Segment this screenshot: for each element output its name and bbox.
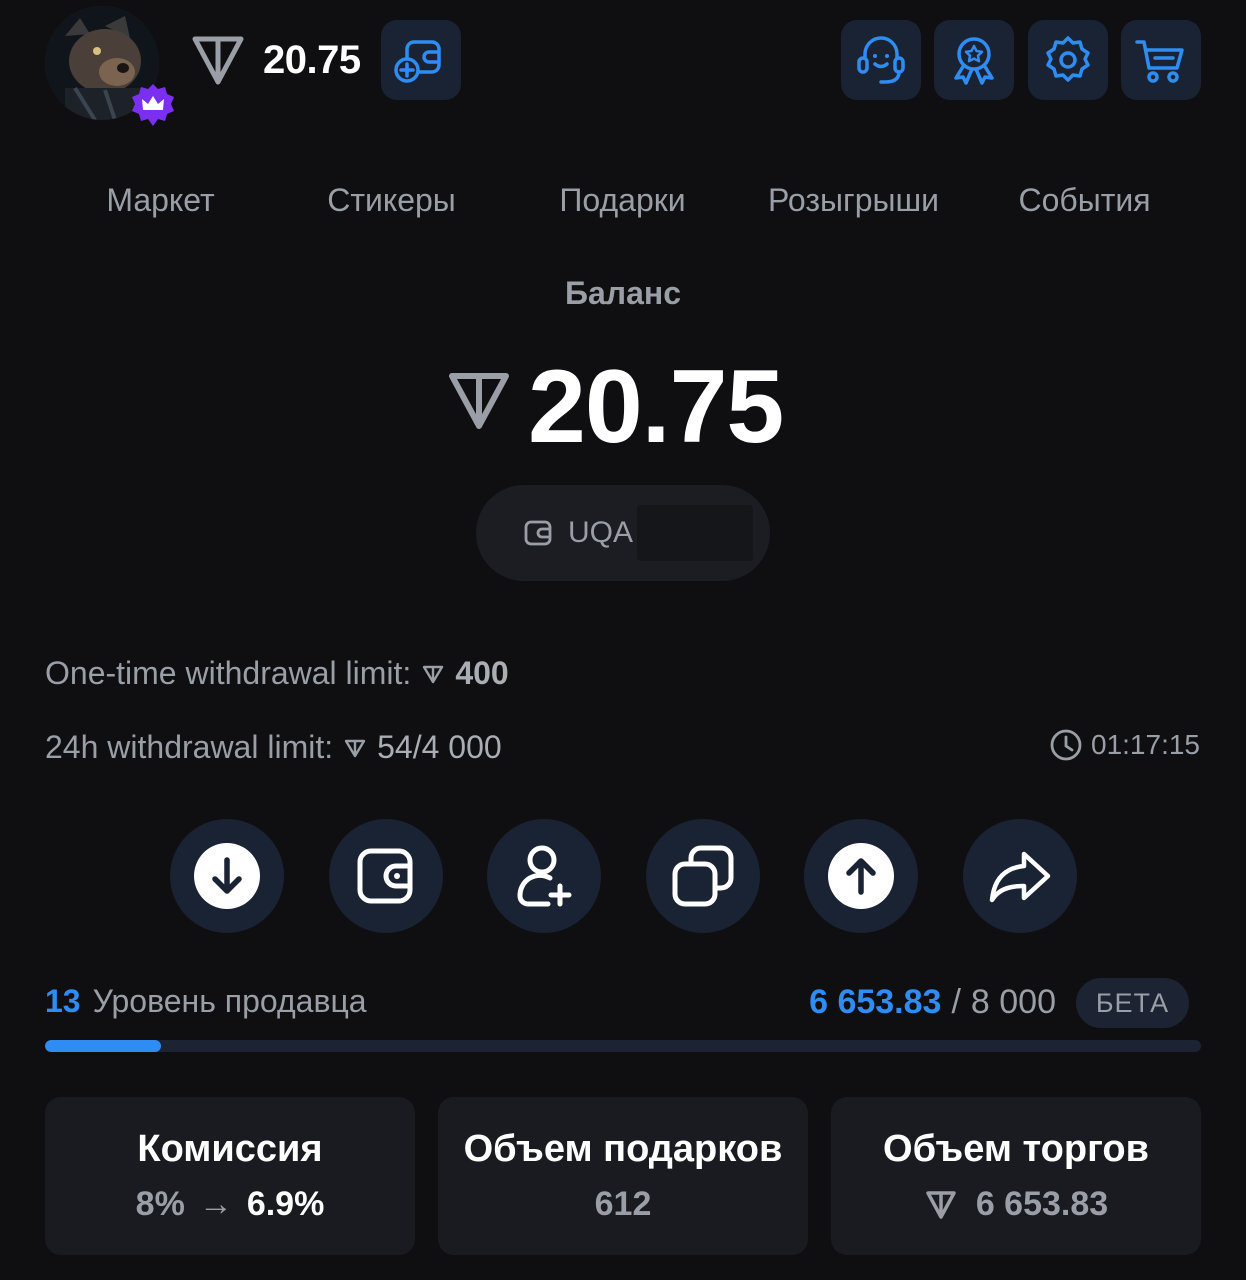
daily-limit-value: 54/4 000 (377, 729, 502, 765)
premium-crown-badge (130, 82, 176, 128)
balance-amount: 20.75 (528, 349, 784, 465)
trade-volume-card: Объем торгов 6 653.83 (831, 1097, 1201, 1255)
gifts-volume-card: Объем подарков 612 (438, 1097, 808, 1255)
support-icon (857, 36, 905, 84)
withdraw-icon (828, 843, 894, 909)
wallet-address-button[interactable]: UQA (476, 485, 770, 581)
commission-old: 8% (135, 1185, 185, 1223)
wallet-icon (357, 848, 413, 904)
seller-progress-fill (45, 1040, 161, 1052)
cart-button[interactable] (1121, 20, 1201, 100)
gifts-volume-value: 612 (594, 1185, 652, 1223)
withdraw-button[interactable] (804, 819, 918, 933)
trade-volume-title: Объем торгов (883, 1128, 1149, 1170)
header-balance: 20.75 (263, 38, 361, 82)
wallet-icon (524, 520, 552, 546)
seller-progress-text: 6 653.83 / 8 000 (809, 983, 1056, 1022)
tab-events[interactable]: События (969, 182, 1200, 219)
balance-label: Баланс (564, 275, 682, 311)
tab-bar: Маркет Стикеры Подарки Розыгрыши События (45, 175, 1200, 225)
clock-icon (1050, 729, 1082, 761)
ton-icon (926, 1190, 956, 1219)
arrow-right-icon: → (198, 1185, 233, 1223)
deposit-button[interactable] (170, 819, 284, 933)
seller-level-number: 13 (45, 983, 81, 1019)
seller-progress-target: 8 000 (970, 983, 1056, 1021)
invite-button[interactable] (487, 819, 601, 933)
share-button[interactable] (963, 819, 1077, 933)
one-time-limit-value: 400 (455, 655, 509, 691)
seller-level-label: Уровень продавца (92, 983, 367, 1019)
daily-limit-label: 24h withdrawal limit: (45, 729, 334, 765)
invite-icon (517, 845, 572, 907)
tab-stickers[interactable]: Стикеры (276, 182, 507, 219)
commission-new: 6.9% (246, 1185, 325, 1223)
one-time-limit-label: One-time withdrawal limit: (45, 655, 412, 691)
trade-volume-value: 6 653.83 (975, 1185, 1109, 1223)
ton-icon (423, 665, 444, 683)
gifts-volume-title: Объем подарков (463, 1128, 783, 1170)
copy-button[interactable] (646, 819, 760, 933)
tab-gifts[interactable]: Подарки (507, 182, 738, 219)
achievements-button[interactable] (934, 20, 1014, 100)
deposit-icon (194, 843, 260, 909)
ton-icon (190, 34, 246, 86)
seller-progress-separator: / (951, 983, 961, 1021)
seller-progress-bar (45, 1040, 1201, 1052)
add-wallet-button[interactable] (381, 20, 461, 100)
copy-icon (672, 845, 734, 907)
wallet-add-icon (394, 40, 441, 83)
daily-limit: 24h withdrawal limit: 54/4 000 (45, 729, 502, 766)
commission-card: Комиссия 8% → 6.9% (45, 1097, 415, 1255)
cart-icon (1135, 40, 1184, 83)
commission-values: 8% → 6.9% (136, 1185, 325, 1224)
settings-icon (1046, 36, 1090, 82)
wallet-address: UQA (568, 516, 634, 549)
settings-button[interactable] (1028, 20, 1108, 100)
address-mask (637, 505, 754, 561)
timer-value: 01:17:15 (1091, 729, 1200, 760)
tab-giveaways[interactable]: Розыгрыши (738, 182, 969, 219)
support-button[interactable] (841, 20, 921, 100)
ton-icon (446, 370, 512, 432)
limit-reset-timer: 01:17:15 (1049, 728, 1200, 762)
ton-icon (344, 739, 366, 757)
badge-icon (954, 37, 994, 85)
share-icon (989, 851, 1051, 903)
commission-title: Комиссия (137, 1128, 323, 1170)
seller-progress-current: 6 653.83 (809, 983, 942, 1021)
wallet-button[interactable] (329, 819, 443, 933)
beta-badge: БЕТА (1076, 978, 1189, 1028)
tab-market[interactable]: Маркет (45, 182, 276, 219)
seller-level: 13 Уровень продавца (45, 983, 367, 1020)
one-time-limit: One-time withdrawal limit: 400 (45, 655, 509, 692)
trade-volume-values: 6 653.83 (924, 1185, 1108, 1224)
